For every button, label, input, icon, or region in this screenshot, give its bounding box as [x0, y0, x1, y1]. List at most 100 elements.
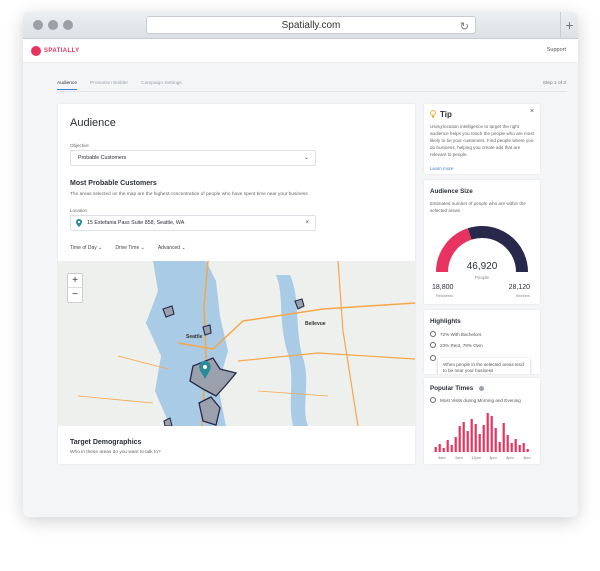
popular-times-bar: [450, 445, 453, 452]
graduation-cap-icon: [430, 331, 436, 337]
popular-times-bar: [526, 449, 529, 452]
popular-times-bar: [478, 434, 481, 452]
zoom-in-button[interactable]: +: [68, 274, 82, 288]
audience-size-title: Audience Size: [430, 188, 473, 195]
time-of-day-dropdown[interactable]: Time of Day ⌄: [70, 245, 102, 251]
audience-size-desc: Estimated number of people who are withi…: [430, 201, 526, 213]
tab-promotion-builder[interactable]: Promotion Builder: [90, 81, 128, 90]
map-label-bellevue: Bellevue: [305, 321, 326, 327]
clear-location-icon[interactable]: ×: [305, 216, 309, 230]
popular-times-tick-label: 12pm: [471, 456, 481, 460]
audience-total: 46,920: [466, 261, 498, 272]
minimize-window-dot[interactable]: [48, 20, 58, 30]
popular-times-bar: [474, 424, 477, 452]
popular-times-bar: [490, 416, 493, 452]
highlight-housing: 23% Rent, 78% Own: [440, 342, 483, 348]
app-header: SPATIALLY Support: [23, 39, 578, 63]
popular-times-bar: [482, 425, 485, 452]
popular-times-bar: [494, 428, 497, 452]
tab-audience[interactable]: Audience: [57, 81, 78, 90]
audience-size-card: Audience Size Estimated number of people…: [424, 180, 540, 304]
tip-title: Tip: [440, 110, 452, 119]
location-input[interactable]: 15 Estefania Pass Suite 858, Seattle, WA…: [70, 215, 316, 231]
drive-time-dropdown[interactable]: Drive Time ⌄: [115, 245, 144, 251]
audience-total-label: People: [474, 275, 489, 280]
logo-text: SPATIALLY: [44, 48, 80, 54]
popular-times-bar: [438, 444, 441, 452]
url-text: Spatially.com: [281, 20, 341, 31]
popular-times-subtitle: Most Visits during Morning and Evening: [440, 397, 521, 403]
mpc-title: Most Probable Customers: [70, 180, 157, 187]
popular-times-tick-label: 6pm: [506, 456, 513, 460]
highlight-item: 72% With Bachelors: [430, 331, 481, 337]
objective-label: Objective: [70, 143, 89, 148]
popular-times-title: Popular Times: [430, 385, 474, 392]
workers-label: Workers: [515, 294, 530, 298]
browser-titlebar: Spatially.com ↻ +: [23, 12, 578, 39]
popular-times-tick-label: 6am: [438, 456, 445, 460]
popular-times-bar: [442, 448, 445, 452]
objective-select[interactable]: Probable Customers ⌄: [70, 150, 316, 166]
popular-times-bar: [506, 435, 509, 452]
info-icon[interactable]: [479, 386, 484, 391]
reload-icon[interactable]: ↻: [460, 19, 469, 36]
close-window-dot[interactable]: [33, 20, 43, 30]
lightbulb-icon: [430, 110, 436, 118]
popular-times-bar: [434, 447, 437, 452]
step-tabs: Audience Promotion Builder Campaign Sett…: [57, 81, 182, 90]
map-filters: Time of Day ⌄ Drive Time ⌄ Advanced ⌄: [70, 245, 186, 251]
clock-icon: [430, 397, 436, 403]
highlight-item: 23% Rent, 78% Own: [430, 342, 483, 348]
chevron-down-icon: ⌄: [303, 155, 309, 161]
popular-times-bar: [502, 423, 505, 452]
popular-times-bar: [522, 443, 525, 452]
highlight-education: 72% With Bachelors: [440, 331, 482, 337]
logo[interactable]: SPATIALLY: [31, 46, 80, 56]
popular-times-bar: [510, 443, 513, 452]
address-bar[interactable]: Spatially.com ↻: [146, 16, 476, 34]
objective-value: Probable Customers: [78, 155, 127, 161]
step-indicator: Step 1 of 3: [542, 81, 566, 86]
workers-value: 28,120: [508, 284, 530, 291]
zoom-controls: + −: [67, 273, 83, 303]
audience-panel: Audience Objective Probable Customers ⌄ …: [58, 104, 415, 464]
highlight-tooltip: When people in the selected areas tend t…: [438, 358, 530, 374]
popular-times-card: Popular Times Most Visits during Morning…: [424, 378, 540, 464]
popular-times-chart: 6am 9am 12pm 3pm 6pm 9pm: [434, 413, 531, 460]
maximize-window-dot[interactable]: [63, 20, 73, 30]
zoom-out-button[interactable]: −: [68, 288, 82, 302]
popular-times-bar: [470, 419, 473, 452]
popular-times-bar: [486, 413, 489, 452]
tip-card: Tip × Using location intelligence to tar…: [424, 104, 540, 174]
mpc-description: The areas selected on the map are the hi…: [70, 192, 308, 197]
popular-times-bar: [462, 422, 465, 452]
advanced-dropdown[interactable]: Advanced ⌄: [158, 245, 186, 251]
popular-times-bar: [498, 442, 501, 452]
popular-times-bar: [466, 431, 469, 452]
popular-times-tick-label: 3pm: [489, 456, 496, 460]
home-icon: [430, 342, 436, 348]
highlights-title: Highlights: [430, 318, 461, 325]
target-demographics-desc: Who in these areas do you want to talk t…: [70, 450, 161, 455]
user-icon: [430, 355, 436, 361]
popular-times-bar: [514, 439, 517, 452]
new-tab-icon[interactable]: +: [560, 12, 578, 39]
popular-times-bar: [446, 440, 449, 452]
location-pin-icon: [76, 219, 82, 227]
popular-times-tick-label: 9am: [455, 456, 462, 460]
residents-label: Residents: [436, 294, 453, 298]
map[interactable]: + − Seattle Bellevue: [58, 261, 415, 426]
popular-times-subtitle-row: Most Visits during Morning and Evening: [430, 397, 521, 403]
popular-times-bar: [454, 437, 457, 452]
tip-text: Using location intelligence to target th…: [430, 124, 534, 157]
map-label-seattle: Seattle: [186, 334, 203, 340]
tabs-divider: [57, 91, 567, 92]
support-link[interactable]: Support: [547, 47, 566, 53]
tab-campaign-settings[interactable]: Campaign Settings: [141, 81, 182, 90]
highlights-card: Highlights 72% With Bachelors 23% Rent, …: [424, 310, 540, 374]
location-label: Location: [70, 208, 88, 213]
learn-more-link[interactable]: Learn more: [430, 165, 454, 172]
target-demographics-title: Target Demographics: [70, 439, 142, 446]
close-icon[interactable]: ×: [530, 108, 534, 115]
page-title: Audience: [70, 117, 116, 129]
